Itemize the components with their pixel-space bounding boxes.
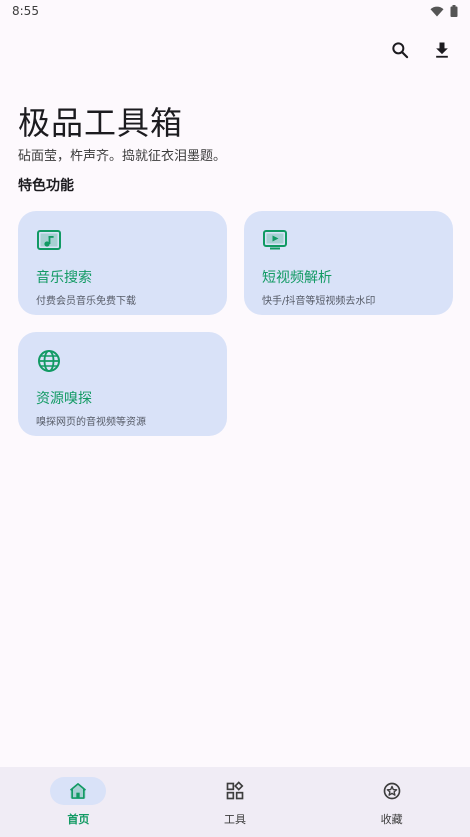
download-button[interactable] xyxy=(428,36,456,64)
home-icon xyxy=(70,783,87,799)
nav-item-tools[interactable]: 工具 xyxy=(175,777,295,827)
resource-sniff-card[interactable]: 资源嗅探 嗅探网页的音视频等资源 xyxy=(18,332,227,436)
status-icons xyxy=(430,5,458,17)
search-icon xyxy=(392,42,409,59)
status-bar: 8:55 xyxy=(0,0,470,22)
nav-item-home[interactable]: 首页 xyxy=(18,777,138,827)
bottom-nav: 首页 工具 收藏 xyxy=(0,767,470,837)
page-title: 极品工具箱 xyxy=(18,104,184,142)
nav-label: 工具 xyxy=(223,813,246,826)
status-time: 8:55 xyxy=(12,4,39,18)
music-search-card[interactable]: 音乐搜索 付费会员音乐免费下载 xyxy=(18,211,227,315)
section-title: 特色功能 xyxy=(18,178,74,194)
download-icon xyxy=(436,42,448,58)
nav-indicator xyxy=(364,777,420,805)
globe-icon xyxy=(38,350,60,372)
card-title: 资源嗅探 xyxy=(36,391,92,407)
wifi-icon xyxy=(430,6,444,16)
battery-icon xyxy=(450,5,458,17)
search-button[interactable] xyxy=(386,36,414,64)
music-icon xyxy=(37,230,61,250)
card-title: 短视频解析 xyxy=(262,270,332,286)
card-desc: 嗅探网页的音视频等资源 xyxy=(36,417,146,428)
page-subtitle: 砧面莹，杵声齐。捣就征衣泪墨题。 xyxy=(18,149,227,164)
star-icon xyxy=(383,782,400,800)
nav-indicator xyxy=(207,777,263,805)
card-desc: 付费会员音乐免费下载 xyxy=(36,296,136,307)
nav-indicator xyxy=(50,777,107,805)
card-title: 音乐搜索 xyxy=(36,270,92,286)
nav-label: 首页 xyxy=(67,813,90,826)
video-icon xyxy=(263,230,287,250)
apps-icon xyxy=(226,781,244,800)
card-desc: 快手/抖音等短视频去水印 xyxy=(262,296,376,307)
top-actions xyxy=(386,36,456,64)
nav-item-favorites[interactable]: 收藏 xyxy=(332,777,452,827)
video-parse-card[interactable]: 短视频解析 快手/抖音等短视频去水印 xyxy=(244,211,453,315)
nav-label: 收藏 xyxy=(380,813,403,826)
